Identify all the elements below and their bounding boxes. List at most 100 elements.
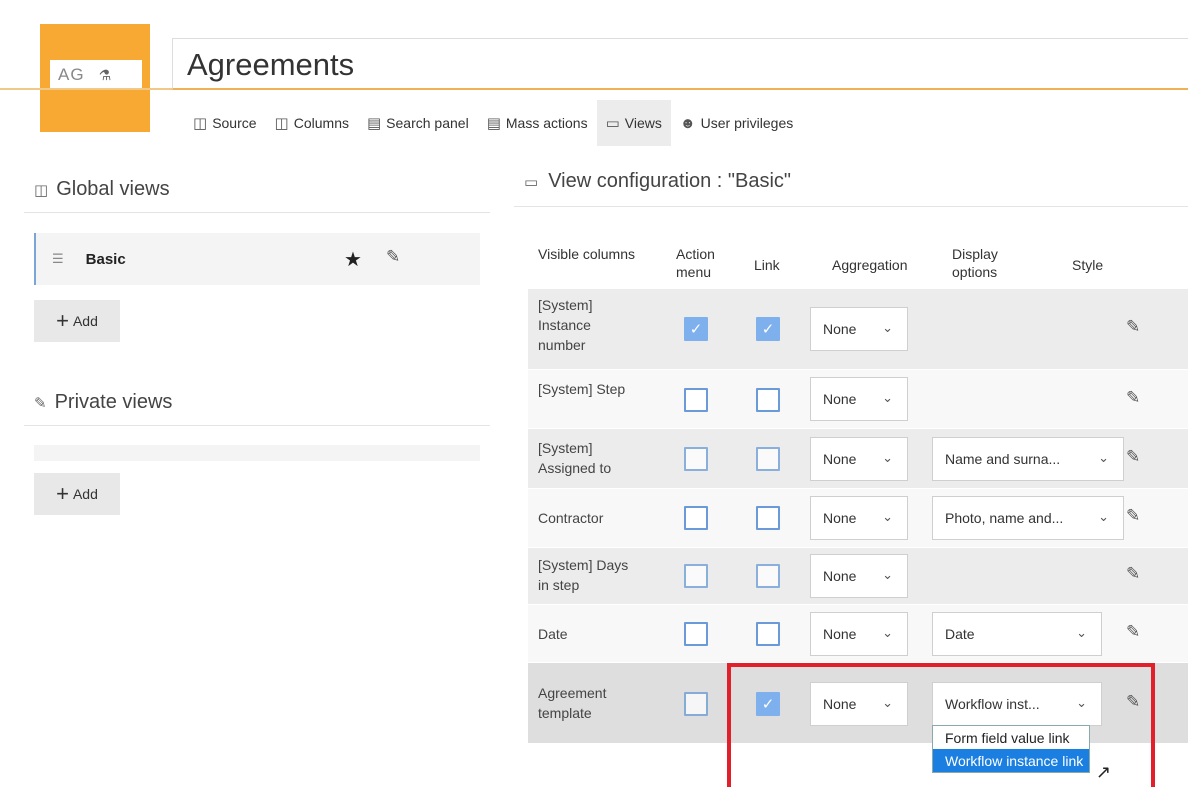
link-checkbox[interactable] — [756, 388, 780, 412]
logo-text: AG — [58, 65, 85, 84]
views-icon: ▭ — [524, 173, 539, 191]
tab-label: User privileges — [700, 115, 794, 131]
plus-icon: + — [56, 481, 69, 506]
aggregation-select[interactable]: None ⌄ — [810, 437, 908, 481]
table-row: [System] Days in step None ⌄ ✎ — [528, 548, 1188, 604]
display-options-value: Date — [945, 626, 975, 642]
edit-style-icon[interactable]: ✎ — [1126, 506, 1140, 526]
aggregation-value: None — [823, 391, 857, 407]
add-private-view-button[interactable]: + Add — [34, 473, 120, 515]
action-menu-checkbox[interactable] — [684, 447, 708, 471]
mouse-cursor-icon: ↗ — [1096, 762, 1112, 782]
action-menu-checkbox[interactable] — [684, 564, 708, 588]
display-options-select[interactable]: Photo, name and... ⌄ — [932, 496, 1124, 540]
column-name: Agreement template — [538, 685, 607, 721]
aggregation-value: None — [823, 568, 857, 584]
dropdown-option[interactable]: Form field value link — [933, 726, 1089, 749]
action-menu-checkbox[interactable]: ✓ — [684, 317, 708, 341]
view-item-basic[interactable]: ☰ Basic ★ ✎ — [34, 233, 480, 285]
tab-mass-actions[interactable]: ▤ Mass actions — [478, 100, 597, 146]
header-display-options: Display options — [952, 246, 998, 280]
global-views-divider — [24, 212, 490, 213]
star-icon[interactable]: ★ — [344, 247, 362, 272]
table-row: [System] Instance number ✓ ✓ None ⌄ ✎ — [528, 289, 1188, 369]
column-name: Date — [538, 626, 568, 642]
edit-style-icon[interactable]: ✎ — [1126, 388, 1140, 408]
display-options-select[interactable]: Workflow inst... ⌄ — [932, 682, 1102, 726]
column-name: [System] Assigned to — [538, 440, 612, 476]
user-icon: ☻ — [679, 114, 696, 132]
column-name: [System] Step — [538, 381, 626, 397]
link-checkbox[interactable] — [756, 447, 780, 471]
action-menu-checkbox[interactable] — [684, 622, 708, 646]
aggregation-select[interactable]: None ⌄ — [810, 682, 908, 726]
chevron-down-icon: ⌄ — [882, 390, 893, 405]
aggregation-select[interactable]: None ⌄ — [810, 554, 908, 598]
tab-views[interactable]: ▭ Views — [596, 100, 671, 146]
link-checkbox[interactable] — [756, 622, 780, 646]
tab-label: Search panel — [386, 115, 469, 131]
display-options-value: Name and surna... — [945, 451, 1061, 467]
display-options-select[interactable]: Name and surna... ⌄ — [932, 437, 1124, 481]
global-views-heading: ◫ Global views — [34, 178, 170, 201]
link-checkbox[interactable]: ✓ — [756, 317, 780, 341]
search-panel-icon: ▤ — [366, 115, 382, 132]
table-row: Date None ⌄ Date ⌄ ✎ — [528, 605, 1188, 662]
tab-label: Columns — [293, 115, 349, 131]
private-views-title: Private views — [54, 391, 173, 413]
link-checkbox[interactable] — [756, 506, 780, 530]
tab-label: Source — [212, 115, 257, 131]
table-row: [System] Assigned to None ⌄ Name and sur… — [528, 429, 1188, 488]
aggregation-select[interactable]: None ⌄ — [810, 307, 908, 351]
edit-icon[interactable]: ✎ — [386, 247, 400, 267]
action-menu-checkbox[interactable] — [684, 506, 708, 530]
add-label: Add — [72, 486, 98, 502]
chevron-down-icon: ⌄ — [1098, 450, 1109, 465]
action-menu-checkbox[interactable] — [684, 388, 708, 412]
tab-columns[interactable]: ◫ Columns — [266, 100, 358, 146]
chevron-down-icon: ⌄ — [882, 695, 893, 710]
edit-style-icon[interactable]: ✎ — [1126, 564, 1140, 584]
tab-label: Views — [624, 115, 662, 131]
dropdown-option[interactable]: Workflow instance link — [933, 749, 1089, 772]
aggregation-value: None — [823, 626, 857, 642]
view-configuration-heading: ▭ View configuration : "Basic" — [524, 170, 791, 193]
edit-style-icon[interactable]: ✎ — [1126, 622, 1140, 642]
edit-style-icon[interactable]: ✎ — [1126, 317, 1140, 337]
tab-source[interactable]: ◫ Source — [184, 100, 266, 146]
mass-actions-icon: ▤ — [486, 115, 501, 132]
tab-search-panel[interactable]: ▤ Search panel — [358, 100, 478, 146]
add-global-view-button[interactable]: + Add — [34, 300, 120, 342]
link-checkbox[interactable]: ✓ — [756, 692, 780, 716]
edit-style-icon[interactable]: ✎ — [1126, 447, 1140, 467]
page-title: Agreements — [187, 47, 355, 82]
header-visible-columns: Visible columns — [538, 246, 636, 262]
tab-user-privileges[interactable]: ☻ User privileges — [671, 100, 802, 146]
config-divider — [514, 206, 1188, 207]
aggregation-select[interactable]: None ⌄ — [810, 496, 908, 540]
logo-badge: AG ⚗ — [50, 60, 142, 90]
columns-icon: ◫ — [274, 115, 289, 132]
display-options-value: Photo, name and... — [945, 510, 1064, 526]
views-icon: ▭ — [605, 115, 620, 132]
table-row: Contractor None ⌄ Photo, name and... ⌄ ✎ — [528, 489, 1188, 547]
display-options-select[interactable]: Date ⌄ — [932, 612, 1102, 656]
edit-style-icon[interactable]: ✎ — [1126, 692, 1140, 712]
private-views-heading: ✎ Private views — [34, 391, 172, 414]
column-name: Contractor — [538, 510, 604, 526]
chevron-down-icon: ⌄ — [1098, 509, 1109, 524]
aggregation-select[interactable]: None ⌄ — [810, 612, 908, 656]
action-menu-checkbox[interactable] — [684, 692, 708, 716]
header-action-menu: Action menu — [676, 246, 715, 280]
aggregation-value: None — [823, 321, 857, 337]
chevron-down-icon: ⌄ — [882, 625, 893, 640]
column-name: [System] Instance number — [538, 297, 593, 353]
link-checkbox[interactable] — [756, 564, 780, 588]
aggregation-select[interactable]: None ⌄ — [810, 377, 908, 421]
view-name: Basic — [85, 250, 126, 268]
add-label: Add — [72, 313, 98, 329]
user-tree-icon: ⚗ — [98, 66, 112, 83]
aggregation-value: None — [823, 451, 857, 467]
display-options-value: Workflow inst... — [945, 696, 1040, 712]
header-aggregation: Aggregation — [832, 257, 908, 273]
